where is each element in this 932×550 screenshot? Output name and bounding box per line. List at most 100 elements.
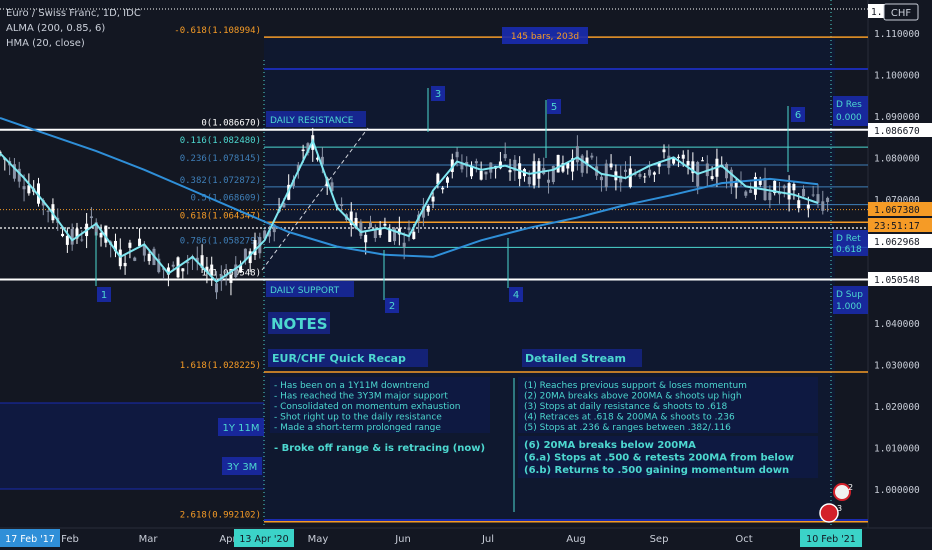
price-tag: 1.086670	[874, 126, 920, 137]
candle-body	[470, 166, 474, 177]
candle-body	[412, 231, 416, 239]
fib-label: 0.236(1.078145)	[180, 154, 261, 164]
candle-body	[431, 196, 435, 202]
candle-body	[181, 268, 185, 272]
candle-body	[599, 176, 603, 181]
time-tag-left: 17 Feb '17	[5, 534, 55, 545]
candle-body	[445, 177, 449, 183]
candle-body	[676, 156, 680, 158]
price-tag: 1.067380	[874, 205, 920, 216]
time-tag-mid: 13 Apr '20	[239, 534, 288, 545]
candle-body	[455, 151, 459, 158]
marker-m6: 6	[795, 110, 801, 121]
time-tick: Oct	[735, 534, 752, 545]
price-tick: 1.030000	[874, 361, 920, 372]
candle-body	[388, 229, 392, 242]
recap-line: - Made a short-term prolonged range	[274, 423, 441, 433]
time-tick: May	[308, 534, 329, 545]
fib-label: 0.116(1.082480)	[180, 136, 261, 146]
candle-body	[138, 238, 142, 246]
candle-body	[441, 187, 445, 190]
label-3y3m: 3Y 3M	[227, 462, 258, 473]
stream-line: (1) Reaches previous support & loses mom…	[524, 381, 747, 391]
d-ret-label: D Ret	[836, 234, 861, 244]
candle-body	[426, 205, 430, 212]
candle-body	[407, 227, 411, 230]
d-sup-label: D Sup	[836, 290, 863, 300]
candle-body	[624, 169, 628, 172]
candle-body	[700, 160, 704, 162]
recap-line: - Has been on a 1Y11M downtrend	[274, 381, 429, 391]
time-tick: Jul	[481, 534, 494, 545]
alert-badge-2-count: 3	[837, 504, 842, 513]
daily-resistance-label: DAILY RESISTANCE	[270, 116, 354, 126]
chart-svg: -0.618(1.108994) 0(1.086670) 0.116(1.08248…	[0, 0, 932, 550]
d-res-label: D Res	[836, 100, 862, 110]
marker-m3: 3	[435, 89, 441, 100]
indicator-hma[interactable]: HMA (20, close)	[6, 38, 85, 49]
candle-body	[359, 222, 363, 236]
candle-body	[686, 161, 690, 166]
candle-body	[171, 264, 175, 267]
candle-body	[210, 264, 214, 276]
alert-badge-2[interactable]	[819, 503, 839, 523]
stream-line: (4) Retraces at .618 & 200MA & shoots to…	[524, 413, 735, 423]
price-tag: 1.062968	[874, 237, 920, 248]
fib-label: 2.618(0.992102)	[180, 511, 261, 521]
candle-body	[537, 161, 541, 179]
candle-body	[643, 176, 647, 178]
candle-body	[806, 204, 810, 209]
d-res-value: 0.000	[836, 113, 862, 123]
candle-body	[547, 179, 551, 183]
candle-body	[710, 176, 714, 180]
fib-label: 0.618(1.064347)	[180, 211, 261, 221]
time-tick: Jun	[394, 534, 411, 545]
time-tick: Aug	[566, 534, 586, 545]
candle-body	[590, 155, 594, 158]
candle-body	[128, 242, 132, 248]
candle-body	[123, 262, 127, 267]
candle-body	[474, 161, 478, 164]
fib-label: 0.786(1.058279)	[180, 236, 261, 246]
d-sup-value: 1.000	[836, 302, 862, 312]
symbol-title: Euro / Swiss Franc, 1D, IDC	[6, 8, 141, 19]
candle-body	[229, 275, 233, 283]
price-tick: 1.090000	[874, 112, 920, 123]
time-tag-right: 10 Feb '21	[806, 534, 856, 545]
candle-body	[811, 194, 815, 196]
marker-m1: 1	[101, 290, 107, 301]
stream-bold-line: (6.b) Returns to .500 gaining momentum d…	[524, 465, 789, 476]
candle-body	[61, 233, 65, 237]
candle-body	[147, 253, 151, 262]
candle-body	[575, 146, 579, 163]
price-tag: 23:51:17	[874, 221, 920, 232]
price-tick: 1.010000	[874, 444, 920, 455]
candle-body	[556, 154, 560, 173]
time-tick: Mar	[139, 534, 159, 545]
indicator-alma[interactable]: ALMA (200, 0.85, 6)	[6, 23, 105, 34]
candle-body	[667, 155, 671, 168]
recap-title: EUR/CHF Quick Recap	[272, 352, 406, 365]
stream-line: (2) 20MA breaks above 200MA & shoots up …	[524, 392, 742, 402]
candle-body	[80, 239, 84, 241]
candle-body	[383, 223, 387, 226]
candle-body	[484, 171, 488, 175]
recap-last-line: - Broke off range & is retracing (now)	[274, 443, 485, 454]
candle-body	[65, 235, 69, 245]
stream-line: (3) Stops at daily resistance & shoots t…	[524, 402, 728, 412]
candle-body	[46, 210, 50, 212]
recap-line: - Consolidated on momentum exhaustion	[274, 402, 460, 412]
chart-stage: -0.618(1.108994) 0(1.086670) 0.116(1.08248…	[0, 0, 932, 550]
stream-title: Detailed Stream	[525, 352, 626, 365]
price-tick: 1.000000	[874, 485, 920, 496]
candle-body	[215, 283, 219, 293]
candle-body	[364, 234, 368, 243]
price-tick: 1.020000	[874, 402, 920, 413]
candle-body	[503, 154, 507, 159]
label-1y11m: 1Y 11M	[222, 423, 259, 434]
d-ret-value: 0.618	[836, 245, 862, 255]
candle-body	[402, 242, 406, 247]
marker-m5: 5	[551, 102, 557, 113]
candle-body	[373, 230, 377, 239]
marker-m2: 2	[389, 301, 395, 312]
